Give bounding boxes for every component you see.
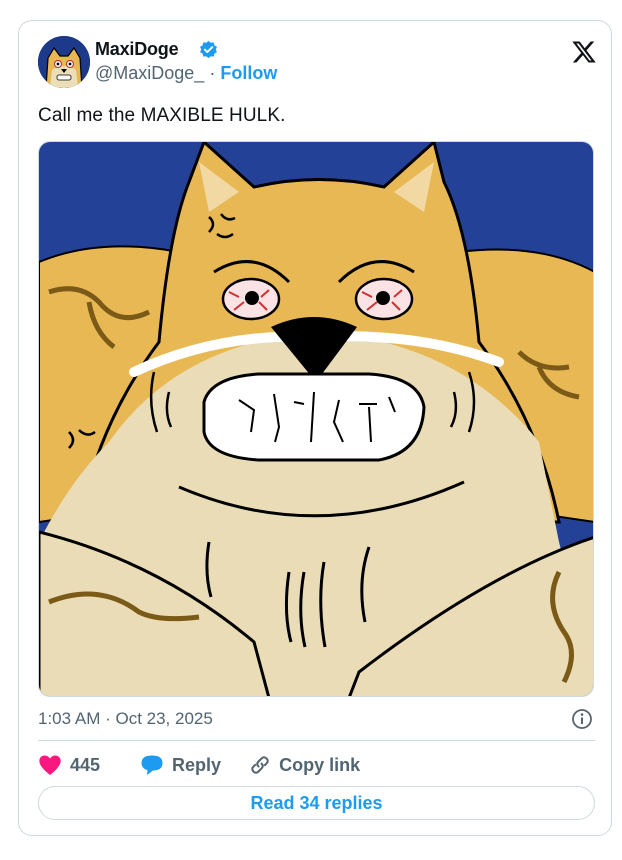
- reply-label: Reply: [172, 754, 222, 775]
- divider: [38, 740, 595, 741]
- author-avatar[interactable]: [38, 36, 90, 88]
- info-icon[interactable]: [571, 708, 593, 730]
- verified-badge-icon: [200, 40, 217, 59]
- author-handle[interactable]: @MaxiDoge_: [95, 63, 204, 83]
- read-replies-button[interactable]: Read 34 replies: [38, 786, 595, 820]
- embedded-tweet-card: MaxiDoge @MaxiDoge_ · Follow Call me the…: [18, 20, 612, 836]
- copy-link-label: Copy link: [279, 754, 361, 775]
- heart-icon: [39, 755, 61, 775]
- tweet-actions: 445 Reply Copy link: [38, 752, 360, 778]
- link-icon: [251, 756, 269, 774]
- handle-separator: ·: [209, 63, 216, 83]
- reply-bubble-icon: [141, 755, 163, 775]
- copy-link-button[interactable]: Copy link: [249, 754, 360, 776]
- tweet-text: Call me the MAXIBLE HULK.: [38, 105, 286, 126]
- reply-button[interactable]: Reply: [140, 754, 221, 776]
- author-name[interactable]: MaxiDoge: [95, 39, 179, 60]
- like-button[interactable]: 445: [38, 754, 100, 776]
- like-count: 445: [70, 754, 101, 775]
- tweet-image[interactable]: [38, 141, 594, 697]
- x-logo-icon[interactable]: [571, 39, 597, 65]
- tweet-timestamp[interactable]: 1:03 AM · Oct 23, 2025: [38, 709, 213, 729]
- follow-button[interactable]: Follow: [220, 63, 277, 83]
- author-handle-row: @MaxiDoge_ · Follow: [95, 63, 277, 84]
